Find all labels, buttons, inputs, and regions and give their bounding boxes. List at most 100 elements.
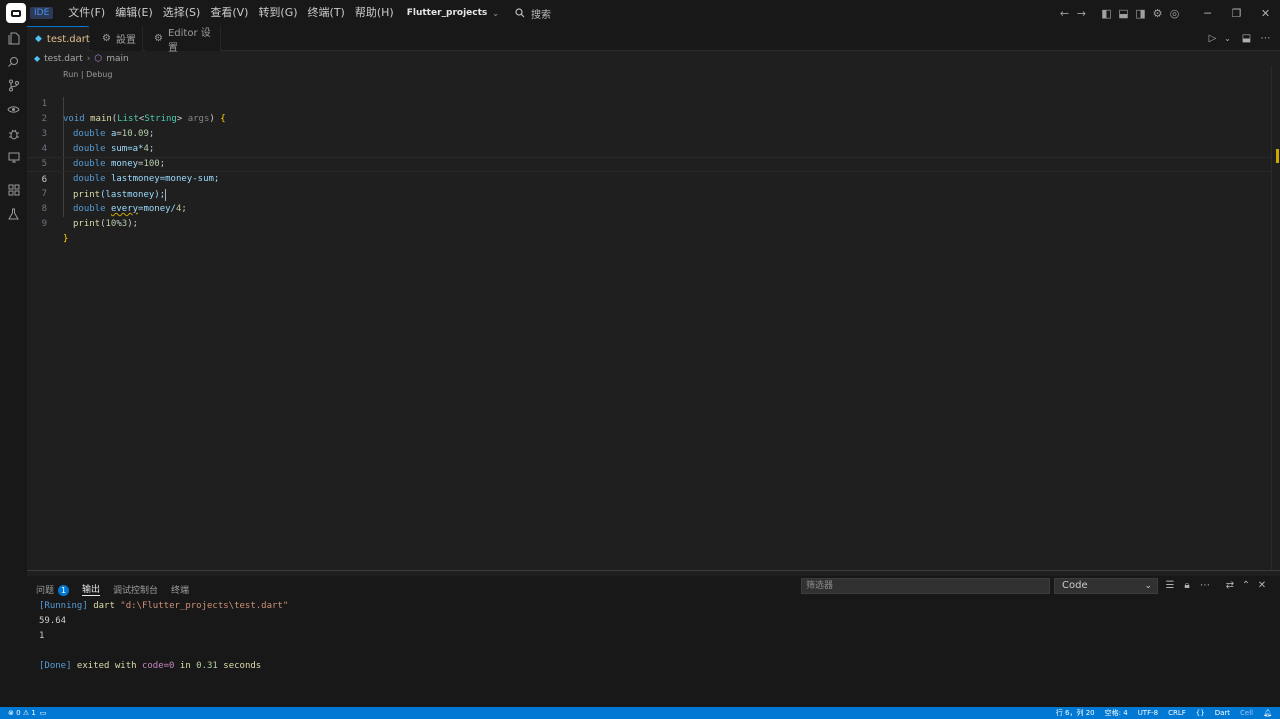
line-number: 9 [41, 219, 47, 229]
menu-edit[interactable]: 编辑(E) [110, 0, 158, 26]
output-channel-select[interactable]: Code ⌄ [1054, 578, 1158, 594]
gear-icon: ⚙ [102, 33, 111, 44]
activity-bar [0, 26, 27, 707]
language-braces-icon[interactable]: {} [1196, 707, 1205, 719]
gear-icon: ⚙ [154, 33, 163, 44]
tab-debug-console[interactable]: 调试控制台 [113, 583, 158, 596]
dart-icon: ◆ [34, 54, 41, 63]
minimize-button[interactable]: ─ [1193, 0, 1222, 26]
code-line: 7 double every=money/4; [27, 172, 1272, 214]
code-line: 4 double money=100; [27, 127, 1272, 169]
chevron-down-icon[interactable]: ⌄ [1221, 34, 1234, 43]
debug-icon[interactable] [6, 126, 21, 141]
app-logo [6, 3, 26, 23]
watch-eye-icon[interactable] [6, 102, 21, 117]
breadcrumb-file[interactable]: test.dart [44, 54, 83, 64]
code-line: 5 double lastmoney=money-sum; [27, 142, 1272, 184]
code-line: 1 void main(List<String> args) { [27, 82, 1272, 124]
code-line: 3 double sum=a*4; [27, 112, 1272, 154]
function-symbol-icon: ⬡ [94, 53, 103, 64]
toggle-sidebar-icon[interactable]: ◧ [1098, 0, 1115, 26]
code-editor[interactable]: Run | Debug 1 void main(List<String> arg… [27, 66, 1280, 570]
account-icon[interactable]: ◎ [1166, 0, 1183, 26]
menu-file[interactable]: 文件(F) [63, 0, 110, 26]
close-window-button[interactable]: ✕ [1251, 0, 1280, 26]
testing-flask-icon[interactable] [6, 206, 21, 221]
more-actions-icon[interactable]: ⋯ [1259, 33, 1272, 44]
remote-explorer-icon[interactable] [6, 150, 21, 165]
code-line: 2 double a=10.09; [27, 97, 1272, 139]
command-center-search[interactable]: 搜索 [515, 6, 551, 21]
menu-selection[interactable]: 选择(S) [158, 0, 206, 26]
ports-icon[interactable]: ▭ [40, 707, 47, 719]
breadcrumb: ◆ test.dart › ⬡ main [34, 52, 129, 65]
explorer-icon[interactable] [6, 31, 21, 46]
panel-layout-icon[interactable]: ⇄ [1223, 578, 1237, 594]
split-editor-icon[interactable]: ⬓ [1240, 33, 1253, 44]
chevron-right-icon: › [86, 53, 91, 64]
code-line: 8 print(10%3); [27, 187, 1272, 229]
panel-tabs: 问题 1 输出 调试控制台 终端 [36, 580, 189, 598]
back-arrow-icon[interactable]: ← [1056, 0, 1073, 26]
project-switcher[interactable]: Flutter_projects ⌄ [407, 8, 499, 18]
settings-gear-icon[interactable]: ⚙ [1149, 0, 1166, 26]
restore-button[interactable]: ❐ [1222, 0, 1251, 26]
maximize-panel-icon[interactable]: ⌃ [1239, 578, 1253, 594]
indentation[interactable]: 空格: 4 [1105, 707, 1128, 719]
toggle-panel-icon[interactable]: ⬓ [1115, 0, 1132, 26]
more-actions-icon[interactable]: ⋯ [1198, 578, 1212, 594]
word-wrap-icon[interactable]: ☰ [1163, 578, 1177, 594]
lock-icon[interactable]: 🔒︎ [1180, 578, 1194, 594]
menu-go[interactable]: 转到(G) [253, 0, 302, 26]
project-name: Flutter_projects [406, 8, 488, 18]
tab-settings[interactable]: ⚙ 設置 [93, 26, 143, 51]
errors-warnings-indicator[interactable]: ⊗ 0 ⚠ 1 [8, 707, 36, 719]
tab-label: Editor 设置 [167, 27, 211, 54]
bottom-panel: 问题 1 输出 调试控制台 终端 筛选器 Code ⌄ ☰ 🔒︎ ⋯ ⇄ ⌃ ✕ … [27, 576, 1280, 707]
notifications-bell-icon[interactable]: 🔔︎ [1263, 707, 1272, 719]
code-line: 9 } [27, 202, 1272, 244]
code-text: print(10%3); [73, 219, 139, 229]
tab-editor-settings[interactable]: ⚙ Editor 设置 [145, 26, 221, 54]
status-bar: ⊗ 0 ⚠ 1 ▭ 行 6，列 20 空格: 4 UTF-8 CRLF {} D… [0, 707, 1280, 719]
title-bar: IDE 文件(F) 编辑(E) 选择(S) 查看(V) 转到(G) 终端(T) … [0, 0, 1280, 26]
search-icon[interactable] [6, 54, 21, 69]
editor-scrollbar[interactable] [1271, 66, 1280, 570]
menu-view[interactable]: 查看(V) [205, 0, 253, 26]
dart-icon: ◆ [35, 34, 42, 44]
menu-terminal[interactable]: 终端(T) [303, 0, 350, 26]
cursor-position[interactable]: 行 6，列 20 [1056, 707, 1095, 719]
end-of-line[interactable]: CRLF [1168, 707, 1186, 719]
toggle-secondary-sidebar-icon[interactable]: ◨ [1132, 0, 1149, 26]
extensions-icon[interactable] [6, 182, 21, 197]
tab-terminal[interactable]: 终端 [171, 583, 189, 596]
codelens-run-debug[interactable]: Run | Debug [63, 70, 112, 79]
language-mode[interactable]: Dart [1215, 707, 1230, 719]
problems-badge: 1 [58, 584, 70, 596]
output-line-result: 1 [39, 631, 45, 641]
encoding[interactable]: UTF-8 [1138, 707, 1158, 719]
channel-value: Code [1062, 580, 1088, 591]
panel-divider[interactable] [27, 570, 1280, 571]
code-text: } [63, 234, 69, 244]
tab-problems[interactable]: 问题 1 [36, 583, 70, 596]
run-icon[interactable]: ▷ [1206, 33, 1219, 44]
tab-test-dart[interactable]: ◆ test.dart ✕ [27, 26, 106, 51]
chevron-down-icon: ⌄ [492, 8, 499, 18]
warning-marker [1276, 149, 1279, 163]
menu-help[interactable]: 帮助(H) [350, 0, 399, 26]
forward-arrow-icon[interactable]: → [1073, 0, 1090, 26]
breadcrumb-symbol[interactable]: main [106, 54, 129, 64]
chevron-down-icon: ⌄ [1144, 581, 1152, 591]
tab-output[interactable]: 输出 [82, 582, 101, 596]
ide-tag: IDE [30, 7, 54, 19]
error-icon: ⊗ [8, 709, 14, 717]
source-control-icon[interactable] [6, 78, 21, 93]
search-icon [515, 8, 525, 18]
editor-tab-bar: ◆ test.dart ✕ ⚙ 設置 ⚙ Editor 设置 ▷ ⌄ ⬓ ⋯ [27, 26, 1280, 54]
tab-label: 設置 [115, 35, 136, 46]
output-filter-input[interactable]: 筛选器 [801, 578, 1050, 594]
extra-status[interactable]: Cell [1240, 707, 1253, 719]
close-panel-icon[interactable]: ✕ [1255, 578, 1269, 594]
output-line-result: 59.64 [39, 616, 67, 626]
